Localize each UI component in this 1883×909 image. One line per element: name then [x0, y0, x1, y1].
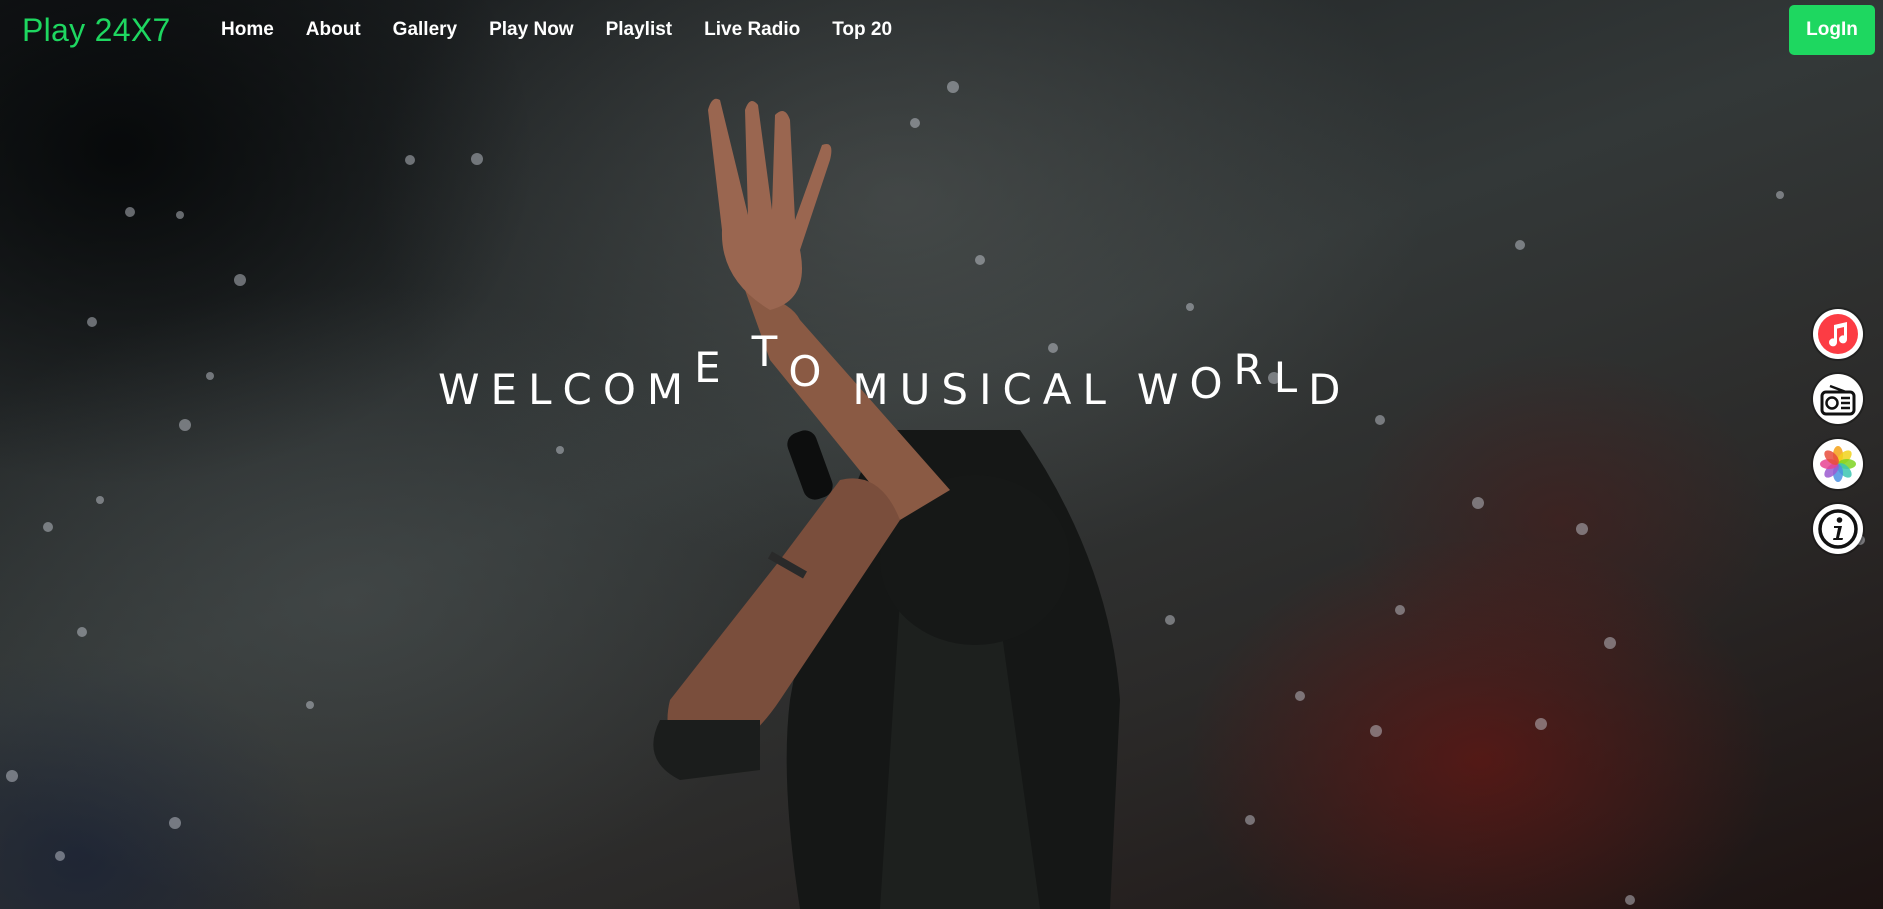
photos-icon: [1820, 446, 1856, 482]
music-icon: [1818, 314, 1858, 354]
login-button[interactable]: LogIn: [1789, 5, 1875, 55]
performer-image: [6, 81, 1865, 909]
radio-dock-button[interactable]: [1813, 374, 1863, 424]
nav-link-live-radio[interactable]: Live Radio: [704, 19, 800, 41]
welcome-headline: WELCOME TO MUSICAL WORLD: [438, 327, 1371, 414]
headline-word: TO: [751, 327, 833, 396]
photos-dock-button[interactable]: [1813, 439, 1863, 489]
headline-word: MUSICAL: [852, 365, 1117, 414]
side-dock: [1813, 309, 1863, 554]
headline-word: WELCOME: [438, 343, 732, 414]
top-navbar: Play 24X7 Home About Gallery Play Now Pl…: [0, 0, 1883, 60]
nav-link-home[interactable]: Home: [221, 19, 274, 41]
nav-link-about[interactable]: About: [306, 19, 361, 41]
nav-link-play-now[interactable]: Play Now: [489, 19, 573, 41]
nav-links: Home About Gallery Play Now Playlist Liv…: [221, 19, 892, 41]
headline-word: WORLD: [1136, 345, 1352, 414]
nav-link-top-20[interactable]: Top 20: [832, 19, 892, 41]
radio-icon: [1820, 384, 1856, 416]
brand-logo[interactable]: Play 24X7: [22, 12, 171, 49]
nav-link-gallery[interactable]: Gallery: [393, 19, 457, 41]
info-icon: [1818, 509, 1858, 549]
info-dock-button[interactable]: [1813, 504, 1863, 554]
hero-background: [0, 0, 1883, 909]
music-dock-button[interactable]: [1813, 309, 1863, 359]
nav-link-playlist[interactable]: Playlist: [606, 19, 673, 41]
